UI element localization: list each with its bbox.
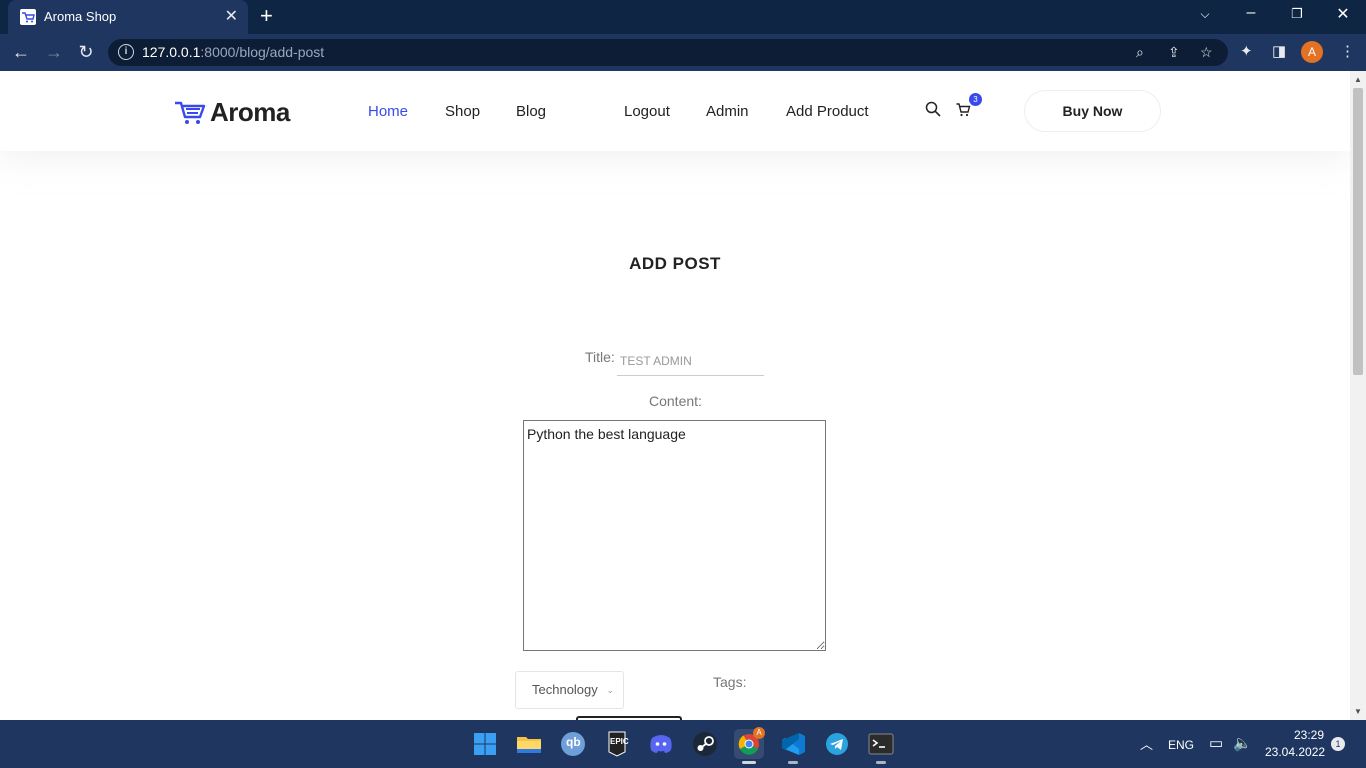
title-label: Title:	[585, 349, 615, 365]
chrome-profile-badge: A	[753, 727, 765, 739]
browser-tab[interactable]: Aroma Shop ✕	[8, 0, 248, 34]
nav-admin[interactable]: Admin	[706, 103, 749, 120]
category-selected-value: Technology	[532, 682, 598, 697]
forward-arrow-icon[interactable]: →	[43, 41, 65, 63]
nav-logout[interactable]: Logout	[624, 103, 670, 120]
tab-title: Aroma Shop	[44, 9, 117, 24]
chrome-running-indicator	[742, 761, 756, 764]
minimize-icon[interactable]: –	[1239, 4, 1263, 22]
site-info-icon[interactable]: i	[118, 44, 134, 60]
chevron-down-icon: ⌄	[606, 685, 614, 695]
new-tab-plus-icon[interactable]: +	[260, 3, 273, 29]
search-icon[interactable]	[925, 101, 941, 117]
category-select[interactable]: Technology ⌄	[515, 671, 624, 709]
zoom-icon[interactable]: ⌕	[1136, 44, 1144, 61]
volume-icon[interactable]: 🔈	[1233, 734, 1252, 752]
nav-shop[interactable]: Shop	[445, 103, 480, 120]
restore-icon[interactable]: ❐	[1285, 6, 1309, 22]
scrollbar-thumb[interactable]	[1353, 88, 1363, 375]
scroll-down-arrow-icon[interactable]: ▼	[1354, 707, 1362, 716]
tray-chevron-up-icon[interactable]: ︿	[1140, 734, 1153, 753]
cart-favicon-icon	[20, 9, 36, 25]
page-title: ADD POST	[629, 254, 721, 273]
vscode-running-indicator	[788, 761, 798, 764]
shopping-cart-icon[interactable]	[956, 103, 971, 117]
input-language[interactable]: ENG	[1168, 738, 1194, 752]
qbittorrent-label: qb	[566, 735, 581, 749]
qbittorrent-icon[interactable]: qb	[558, 729, 588, 759]
menu-kebab-icon[interactable]: ⋮	[1340, 42, 1355, 60]
chrome-icon[interactable]: A	[734, 727, 765, 764]
tab-close-icon[interactable]: ✕	[225, 6, 238, 26]
window-close-icon[interactable]: ✕	[1331, 4, 1355, 24]
nav-add-product[interactable]: Add Product	[786, 103, 869, 120]
terminal-icon[interactable]	[866, 729, 896, 764]
site-header: Aroma Home Shop Blog Logout Admin Add Pr…	[0, 71, 1350, 151]
network-icon[interactable]: ▭	[1209, 734, 1223, 752]
browser-tab-strip: Aroma Shop ✕ + ⌵ – ❐ ✕	[0, 0, 1366, 34]
web-page: Aroma Home Shop Blog Logout Admin Add Pr…	[0, 71, 1350, 720]
terminal-running-indicator	[876, 761, 886, 764]
back-arrow-icon[interactable]: ←	[10, 41, 32, 63]
file-explorer-icon[interactable]	[514, 729, 544, 759]
notification-count-badge[interactable]: 1	[1331, 737, 1345, 751]
scroll-up-arrow-icon[interactable]: ▲	[1354, 75, 1362, 84]
bookmark-star-icon[interactable]: ☆	[1200, 44, 1213, 61]
windows-taskbar: qb EPIC A ︿ ENG ▭ 🔈 23:29 23.04.2022	[0, 720, 1366, 768]
start-windows-icon[interactable]	[470, 729, 500, 759]
extensions-puzzle-icon[interactable]: ✦	[1240, 42, 1253, 60]
url-text: 127.0.0.1:8000/blog/add-post	[142, 44, 325, 60]
share-icon[interactable]: ⇪	[1168, 44, 1180, 61]
page-scrollbar[interactable]: ▲ ▼	[1350, 71, 1366, 720]
tab-search-chevron-icon[interactable]: ⌵	[1193, 7, 1217, 22]
reload-icon[interactable]: ↻	[75, 41, 97, 63]
clock-date[interactable]: 23.04.2022	[1265, 745, 1325, 759]
vscode-icon[interactable]	[778, 729, 808, 764]
buy-now-button[interactable]: Buy Now	[1024, 90, 1161, 132]
steam-icon[interactable]	[690, 729, 720, 759]
logo-text: Aroma	[210, 97, 290, 127]
nav-blog[interactable]: Blog	[516, 103, 546, 120]
side-panel-icon[interactable]: ◨	[1272, 42, 1286, 60]
cart-count-badge: 3	[969, 93, 982, 106]
browser-toolbar: ← → ↻ i 127.0.0.1:8000/blog/add-post ⌕ ⇪…	[0, 34, 1366, 71]
epic-games-label: EPIC	[610, 737, 629, 746]
address-bar[interactable]: i 127.0.0.1:8000/blog/add-post ⌕ ⇪ ☆	[108, 39, 1228, 66]
content-label: Content:	[649, 393, 702, 409]
cart-logo-icon	[175, 101, 206, 124]
title-input[interactable]	[617, 346, 764, 376]
telegram-icon[interactable]	[822, 729, 852, 759]
nav-home[interactable]: Home	[368, 103, 408, 120]
discord-icon[interactable]	[646, 729, 676, 759]
clock-time[interactable]: 23:29	[1294, 728, 1324, 742]
profile-avatar[interactable]: A	[1301, 41, 1323, 63]
tags-label: Tags:	[713, 674, 747, 690]
epic-games-icon[interactable]: EPIC	[602, 729, 632, 759]
content-textarea[interactable]: Python the best language	[523, 420, 826, 651]
